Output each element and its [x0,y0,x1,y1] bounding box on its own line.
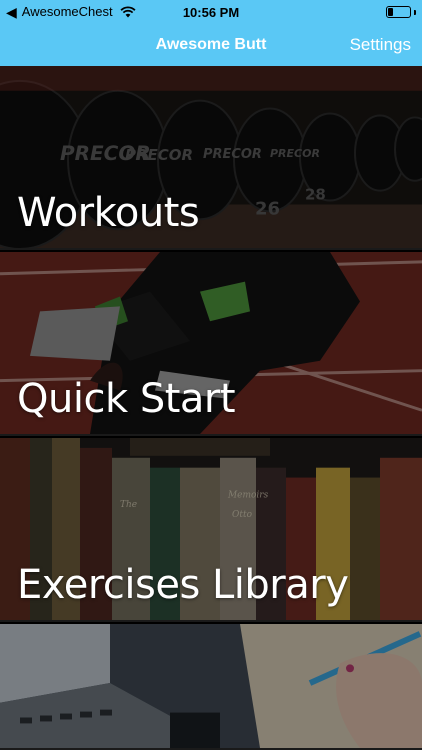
menu-tile-exercises-library[interactable]: The Memoirs Otto Exercises Library [0,438,422,622]
status-time: 10:56 PM [182,5,240,20]
tile-shade [0,624,422,748]
battery-level [388,8,393,16]
battery-cap [414,9,416,15]
menu-tile-label: Quick Start [17,376,236,422]
main-menu: PRECOR PRECOR PRECOR PRECOR 26 28 Workou… [0,66,422,750]
menu-tile-label: Exercises Library [17,562,349,608]
navigation-bar: Awesome Butt Settings [0,26,422,66]
menu-tile-quick-start[interactable]: Quick Start [0,252,422,436]
menu-tile-4[interactable] [0,624,422,750]
menu-tile-workouts[interactable]: PRECOR PRECOR PRECOR PRECOR 26 28 Workou… [0,66,422,250]
status-bar: ◀ AwesomeChest 10:56 PM [0,0,422,26]
settings-button[interactable]: Settings [350,35,411,55]
status-right [386,6,416,18]
menu-tile-label: Workouts [17,190,200,236]
battery-icon [386,6,411,18]
